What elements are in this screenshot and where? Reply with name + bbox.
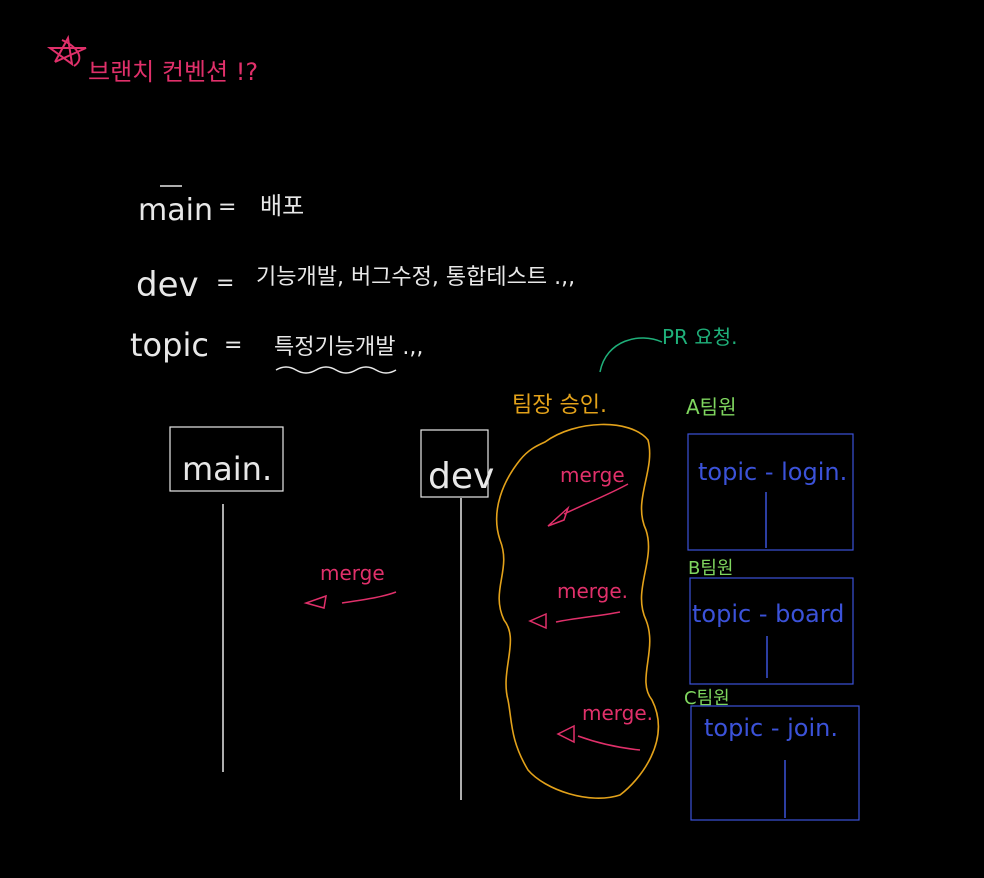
merge-arrow bbox=[563, 483, 629, 515]
member-a-label: A팀원 bbox=[686, 395, 736, 419]
dev-branch-label: dev bbox=[428, 456, 494, 497]
topic-board-label: topic - board bbox=[692, 600, 844, 628]
definition-term: topic bbox=[130, 326, 209, 364]
topic-board-branch: B팀원 topic - board bbox=[688, 558, 854, 685]
topic-join-branch: C팀원 topic - join. bbox=[684, 688, 860, 821]
main-branch-label: main. bbox=[182, 450, 272, 488]
definition-eq: = bbox=[216, 271, 234, 296]
merge-board-to-dev: merge. bbox=[528, 579, 628, 630]
dev-branch: dev bbox=[420, 429, 494, 800]
wavy-underline bbox=[275, 366, 397, 374]
pr-request-group: PR 요청. bbox=[599, 325, 737, 373]
merge-label: merge bbox=[320, 561, 385, 585]
topic-join-label: topic - join. bbox=[704, 714, 838, 742]
definition-desc: 배포 bbox=[260, 192, 304, 220]
merge-arrowhead bbox=[547, 505, 570, 527]
member-b-label: B팀원 bbox=[688, 558, 733, 579]
definition-eq: = bbox=[224, 333, 242, 358]
star-icon bbox=[46, 34, 87, 67]
main-branch: main. bbox=[169, 426, 284, 772]
merge-arrowhead bbox=[303, 594, 327, 609]
pr-request-label: PR 요청. bbox=[662, 325, 737, 349]
merge-arrowhead bbox=[528, 612, 547, 630]
page-title: 브랜치 컨벤션 !? bbox=[88, 58, 258, 86]
merge-label: merge. bbox=[582, 701, 653, 725]
definition-desc: 기능개발, 버그수정, 통합테스트 .,, bbox=[256, 265, 575, 290]
leader-approval-label: 팀장 승인. bbox=[512, 393, 607, 418]
definition-dev: dev = 기능개발, 버그수정, 통합테스트 .,, bbox=[136, 265, 575, 305]
title-group: 브랜치 컨벤션 !? bbox=[46, 34, 258, 86]
definition-term: dev bbox=[136, 265, 199, 305]
merge-arrow bbox=[341, 591, 397, 604]
whiteboard-canvas: 브랜치 컨벤션 !? main = 배포 dev = 기능개발, 버그수정, 통… bbox=[46, 34, 860, 821]
merge-arrow bbox=[555, 611, 621, 623]
definition-desc: 특정기능개발 .,, bbox=[274, 335, 423, 360]
topic-login-box bbox=[687, 433, 854, 551]
definition-eq: = bbox=[218, 195, 236, 220]
definition-term: main bbox=[138, 193, 213, 228]
topic-board-box bbox=[689, 577, 854, 685]
pr-arrow bbox=[599, 337, 663, 373]
topic-login-branch: A팀원 topic - login. bbox=[686, 395, 854, 551]
merge-join-to-dev: merge. bbox=[556, 701, 653, 751]
merge-label: merge bbox=[560, 463, 625, 487]
definition-main: main = 배포 bbox=[138, 185, 304, 228]
merge-dev-to-main: merge bbox=[303, 561, 397, 609]
merge-arrowhead bbox=[556, 724, 575, 744]
merge-arrow bbox=[577, 735, 641, 751]
merge-label: merge. bbox=[557, 579, 628, 603]
definition-topic: topic = 특정기능개발 .,, bbox=[130, 326, 423, 374]
topic-login-label: topic - login. bbox=[698, 458, 847, 486]
merge-login-to-dev: merge bbox=[547, 463, 629, 527]
